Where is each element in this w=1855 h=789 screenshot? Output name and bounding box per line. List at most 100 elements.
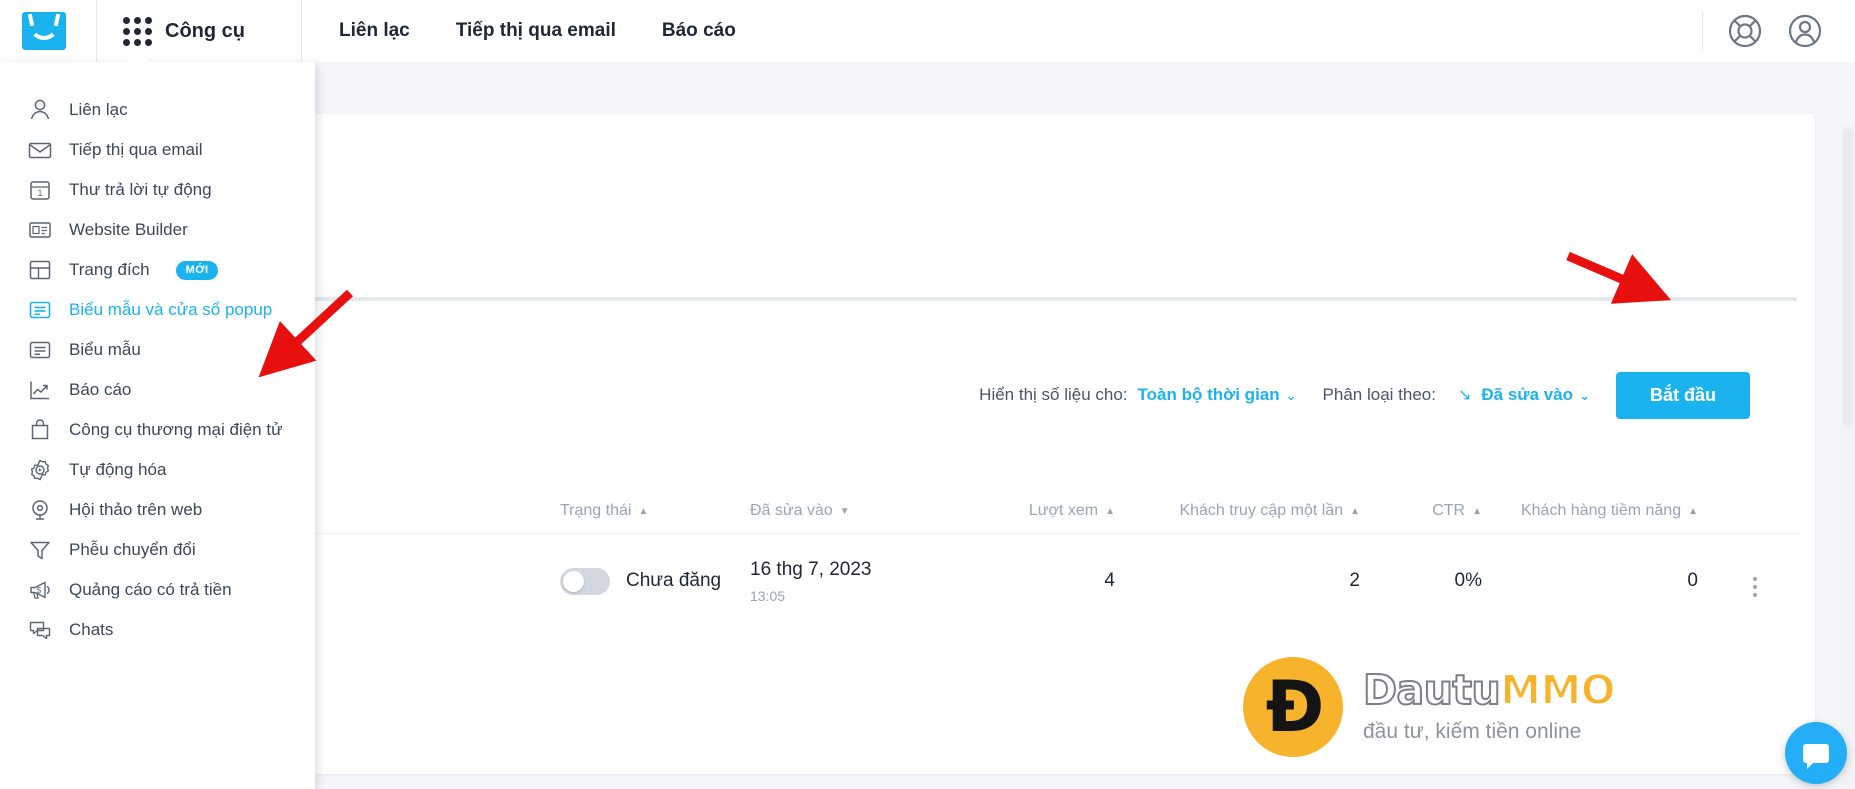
menu-item-chats[interactable]: Chats [0,610,315,650]
tools-menu-button[interactable]: Công cụ [97,0,271,62]
tools-menu-label: Công cụ [165,19,245,42]
envelope-icon [28,142,52,159]
funnel-icon [30,541,50,560]
nav-link-reports[interactable]: Báo cáo [639,0,759,62]
kebab-menu-icon[interactable] [1753,577,1757,597]
chat-support-button[interactable] [1785,722,1847,784]
row-status-cell: Chưa đăng [560,567,750,595]
grid-apps-icon [123,16,152,46]
row-unique-visitors: 2 [1349,570,1360,591]
filter-toolbar: Hiển thị số liệu cho: Toàn bộ thời gian … [979,371,1750,419]
progress-track [145,297,1797,301]
menu-item-forms[interactable]: Biểu mẫu [0,330,315,370]
sort-by-value: Đã sửa vào [1481,385,1574,404]
row-leads: 0 [1687,570,1698,591]
menu-item-autoresponder[interactable]: 1 Thư trả lời tự động [0,170,315,210]
row-ctr: 0% [1454,570,1482,591]
menu-item-label: Chats [69,620,114,639]
webinar-icon [32,500,48,520]
menu-item-landing-page[interactable]: Trang đích MỚI [0,250,315,290]
nav-link-contacts[interactable]: Liên lạc [316,0,433,62]
menu-item-label: Tự động hóa [69,460,167,479]
sort-descending-arrow-icon[interactable]: ↘ [1458,385,1471,405]
sort-by-label: Phân loại theo: [1322,385,1436,404]
watermark-title: DautuMMO [1362,669,1617,712]
toggle-knob [563,570,584,592]
menu-item-label: Website Builder [69,220,188,239]
chat-bubble-icon [1803,743,1829,769]
row-actions-cell [1720,565,1790,597]
nav-right-icons [1702,0,1855,62]
date-range-dropdown[interactable]: Toàn bộ thời gian ⌄ [1138,385,1297,405]
watermark-title-light: Dautu [1362,666,1502,714]
forms-popups-icon [29,301,51,319]
menu-item-website-builder[interactable]: Website Builder [0,210,315,250]
sort-by-dropdown[interactable]: Đã sửa vào ⌄ [1481,385,1590,405]
menu-item-label: Công cụ thương mại điện tử [69,420,283,439]
column-header-leads[interactable]: Khách hàng tiềm năng ▲ [1521,502,1698,520]
menu-item-ecommerce-tools[interactable]: Công cụ thương mại điện tử [0,410,315,450]
column-header-unique-visitors[interactable]: Khách truy cập một lần ▲ [1179,502,1360,520]
column-header-status[interactable]: Trạng thái ▲ [560,502,648,520]
watermark-subtitle: đầu tư, kiếm tiền online [1363,720,1582,743]
menu-item-reports[interactable]: Báo cáo [0,370,315,410]
menu-item-label: Thư trả lời tự động [69,180,212,199]
svg-text:1: 1 [37,188,42,198]
shopping-bag-icon [31,419,49,440]
column-header-ctr[interactable]: CTR ▲ [1432,502,1482,520]
content-card: opup Hiển thị số liệu cho: Toàn bộ thời … [105,114,1815,774]
dropdown-caret [125,51,149,63]
chevron-down-icon: ⌄ [1285,387,1297,403]
menu-item-webinars[interactable]: Hội thảo trên web [0,490,315,530]
website-builder-icon [29,222,51,238]
popups-table: Trạng thái ▲ Đã sửa vào ▼ Lượt xem ▲ Khách … [145,489,1800,628]
table-header-row: Trạng thái ▲ Đã sửa vào ▼ Lượt xem ▲ Khách … [145,489,1800,533]
top-navigation-bar: Công cụ Liên lạc Tiếp thị qua email Báo … [0,0,1855,62]
show-data-label: Hiển thị số liệu cho: [979,385,1128,404]
date-range-value: Toàn bộ thời gian [1137,385,1280,404]
tools-dropdown-menu: Liên lạc Tiếp thị qua email 1 Thư trả lờ… [0,51,315,789]
scrollbar-thumb[interactable] [1843,128,1853,428]
help-lifebuoy-icon[interactable] [1725,11,1765,51]
menu-item-forms-and-popups[interactable]: Biểu mẫu và cửa sổ popup [0,290,315,330]
calendar-one-icon: 1 [30,181,50,200]
account-avatar-icon[interactable] [1785,11,1825,51]
user-icon [30,99,50,120]
nav-link-email-marketing[interactable]: Tiếp thị qua email [433,0,639,62]
column-header-modified[interactable]: Đã sửa vào ▼ [750,502,935,520]
row-views: 4 [1104,570,1115,591]
page-scrollbar[interactable] [1841,124,1855,789]
menu-item-paid-ads[interactable]: $ Quảng cáo có trả tiền [0,570,315,610]
row-modified-cell: 16 thg 7, 2023 13:05 [750,558,935,605]
watermark-coin-icon: Ð [1243,657,1343,757]
megaphone-dollar-icon: $ [30,581,50,599]
watermark-coin-letter: Ð [1265,666,1325,748]
landing-page-icon [29,260,51,280]
menu-item-label: Liên lạc [69,100,128,119]
menu-item-label: Biểu mẫu và cửa sổ popup [69,300,273,319]
menu-item-email-marketing[interactable]: Tiếp thị qua email [0,130,315,170]
menu-item-label: Quảng cáo có trả tiền [69,580,232,599]
menu-item-contacts[interactable]: Liên lạc [0,90,315,130]
logo-smile-shape [29,18,59,40]
menu-item-label: Tiếp thị qua email [69,140,203,159]
menu-item-label: Hội thảo trên web [69,500,203,519]
svg-text:$: $ [37,586,42,595]
nav-divider-2 [301,0,302,62]
menu-item-automation[interactable]: Tự động hóa [0,450,315,490]
column-header-views[interactable]: Lượt xem ▲ [1029,502,1115,520]
row-status-text: Chưa đăng [626,570,722,592]
publish-toggle[interactable] [560,567,610,595]
watermark-title-accent: MMO [1499,666,1616,714]
nav-right-divider [1702,11,1703,51]
new-badge: MỚI [175,260,219,280]
menu-item-label: Phễu chuyển đổi [69,540,196,559]
app-logo[interactable] [22,12,66,50]
table-row[interactable]: ký Chưa đăng 16 thg 7, 2023 13:05 4 2 0%… [145,533,1800,628]
row-modified-time: 13:05 [750,588,786,605]
start-button[interactable]: Bắt đầu [1615,371,1750,419]
menu-item-label: Trang đích [69,260,150,279]
menu-item-conversion-funnel[interactable]: Phễu chuyển đổi [0,530,315,570]
chevron-down-icon-2: ⌄ [1579,387,1590,403]
watermark-text: DautuMMO đầu tư, kiếm tiền online [1362,669,1617,744]
